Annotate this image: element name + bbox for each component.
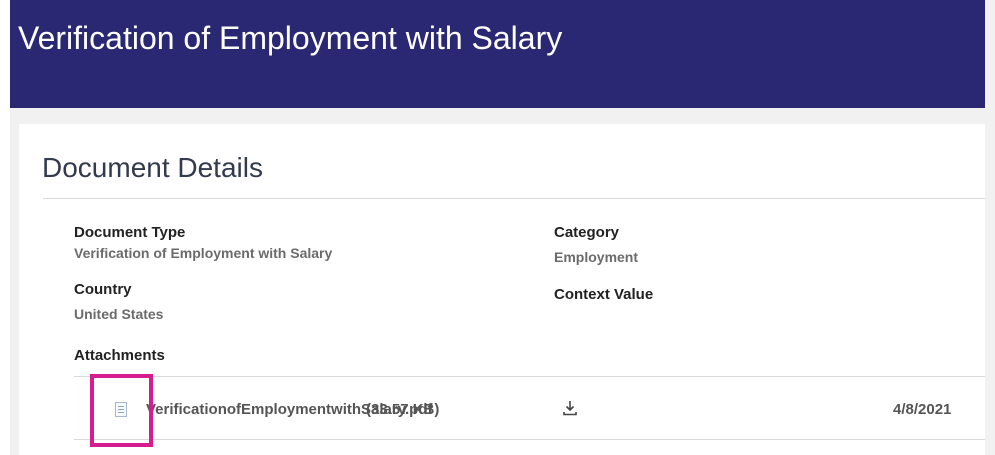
page-title: Verification of Employment with Salary (18, 20, 563, 56)
attachment-file-size: (33.57 KB) (366, 401, 440, 418)
attachment-date: 4/8/2021 (893, 401, 952, 418)
page-frame: Verification of Employment with Salary D… (10, 0, 995, 455)
highlight-box (90, 374, 153, 447)
section-divider (43, 198, 985, 199)
country-value: United States (74, 306, 164, 322)
document-type-value: Verification of Employment with Salary (74, 245, 333, 261)
attachments-label: Attachments (74, 347, 165, 364)
attachments-divider-bottom (74, 439, 985, 440)
country-label: Country (74, 281, 132, 298)
download-icon[interactable] (562, 400, 578, 416)
category-label: Category (554, 224, 620, 241)
context-value-label: Context Value (554, 286, 654, 303)
section-title: Document Details (42, 152, 263, 183)
document-details-panel: Document Details Document Type Verificat… (19, 124, 985, 455)
attachments-divider-top (74, 376, 985, 377)
category-value: Employment (554, 249, 639, 265)
page-header: Verification of Employment with Salary (10, 0, 985, 108)
document-type-label: Document Type (74, 224, 186, 241)
